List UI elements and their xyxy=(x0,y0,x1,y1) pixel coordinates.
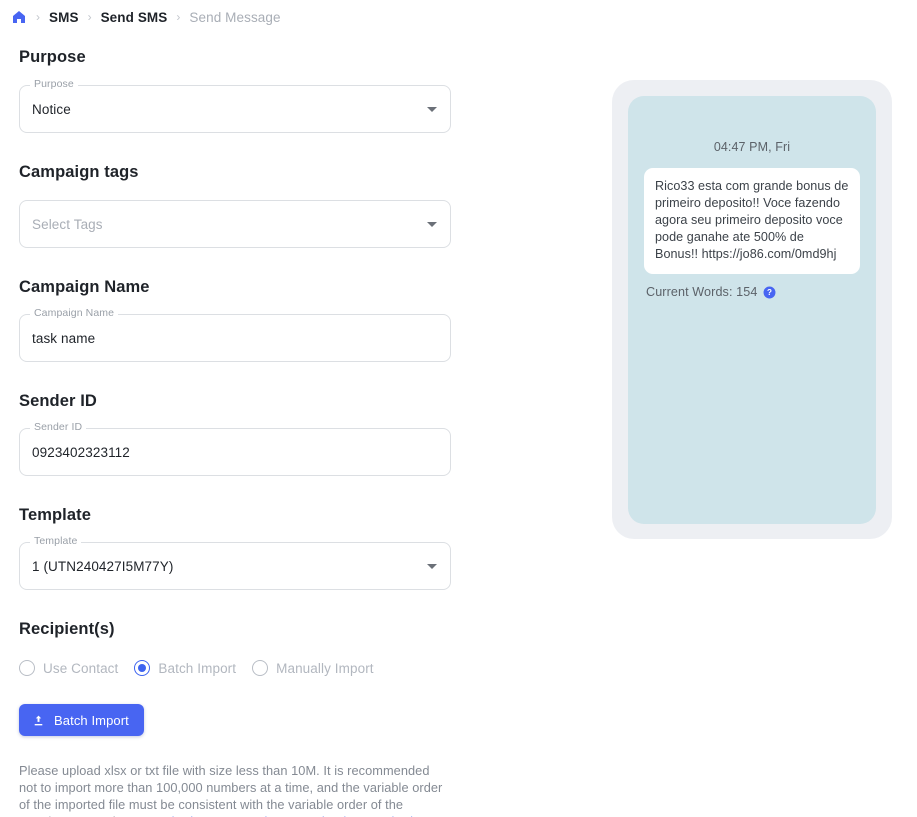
recipients-heading: Recipient(s) xyxy=(19,620,115,638)
svg-text:?: ? xyxy=(767,288,772,297)
radio-batch-import[interactable]: Batch Import xyxy=(134,660,236,676)
radio-use-contact[interactable]: Use Contact xyxy=(19,660,118,676)
batch-import-help-sentence: Please upload xlsx or txt file with size… xyxy=(19,763,443,817)
upload-icon xyxy=(32,714,45,727)
campaign-tags-heading: Campaign tags xyxy=(19,163,139,181)
purpose-heading: Purpose xyxy=(19,48,86,66)
campaign-tags-placeholder: Select Tags xyxy=(32,216,103,232)
phone-screen: 04:47 PM, Fri Rico33 esta com grande bon… xyxy=(628,96,876,524)
radio-circle-checked-icon xyxy=(134,660,151,676)
radio-circle-icon xyxy=(252,660,269,676)
radio-use-contact-label: Use Contact xyxy=(43,660,119,676)
home-icon[interactable] xyxy=(11,9,27,25)
breadcrumb-item-send-sms[interactable]: Send SMS xyxy=(101,10,168,25)
send-sms-form: Purpose Purpose Notice Campaign tags Sel… xyxy=(0,34,470,817)
breadcrumb: › SMS › Send SMS › Send Message xyxy=(0,0,917,34)
campaign-name-input[interactable]: Campaign Name task name xyxy=(19,307,451,362)
breadcrumb-separator-1: › xyxy=(36,10,40,24)
breadcrumb-item-sms[interactable]: SMS xyxy=(49,10,79,25)
campaign-name-heading: Campaign Name xyxy=(19,278,150,296)
template-select[interactable]: Template 1 (UTN240427I5M77Y) xyxy=(19,535,451,590)
breadcrumb-item-send-message: Send Message xyxy=(189,9,281,25)
preview-timestamp: 04:47 PM, Fri xyxy=(713,140,791,154)
batch-import-button[interactable]: Batch Import xyxy=(19,704,144,736)
breadcrumb-separator-3: › xyxy=(176,10,181,24)
help-circle-icon[interactable]: ? xyxy=(763,286,776,299)
radio-batch-import-label: Batch Import xyxy=(158,660,237,676)
radio-manually-import-label: Manually Import xyxy=(276,660,374,676)
sender-id-heading: Sender ID xyxy=(19,392,97,410)
chevron-down-icon[interactable] xyxy=(427,564,437,569)
current-words-row: Current Words: 154 ? xyxy=(646,285,876,299)
batch-import-button-label: Batch Import xyxy=(54,712,129,728)
sender-id-input[interactable]: Sender ID 0923402323112 xyxy=(19,421,451,476)
radio-manually-import[interactable]: Manually Import xyxy=(252,660,374,676)
radio-circle-icon xyxy=(19,660,35,676)
purpose-value: Notice xyxy=(32,101,71,117)
template-value: 1 (UTN240427I5M77Y) xyxy=(32,558,174,574)
chevron-down-icon[interactable] xyxy=(427,107,437,112)
current-words-label: Current Words: 154 xyxy=(646,285,758,299)
campaign-name-value: task name xyxy=(32,330,96,346)
breadcrumb-separator-2: › xyxy=(87,10,92,24)
recipients-radio-group: Use Contact Batch Import Manually Import xyxy=(19,660,451,676)
sender-id-value: 0923402323112 xyxy=(32,444,130,460)
page-body: Purpose Purpose Notice Campaign tags Sel… xyxy=(0,34,917,817)
message-preview-panel: 04:47 PM, Fri Rico33 esta com grande bon… xyxy=(612,80,892,539)
preview-message-bubble: Rico33 esta com grande bonus de primeiro… xyxy=(644,168,860,274)
campaign-tags-select[interactable]: Select Tags xyxy=(19,200,451,248)
purpose-select[interactable]: Purpose Notice xyxy=(19,78,451,133)
batch-import-help-text: Please upload xlsx or txt file with size… xyxy=(19,762,447,817)
template-heading: Template xyxy=(19,506,92,524)
chevron-down-icon[interactable] xyxy=(427,222,437,227)
